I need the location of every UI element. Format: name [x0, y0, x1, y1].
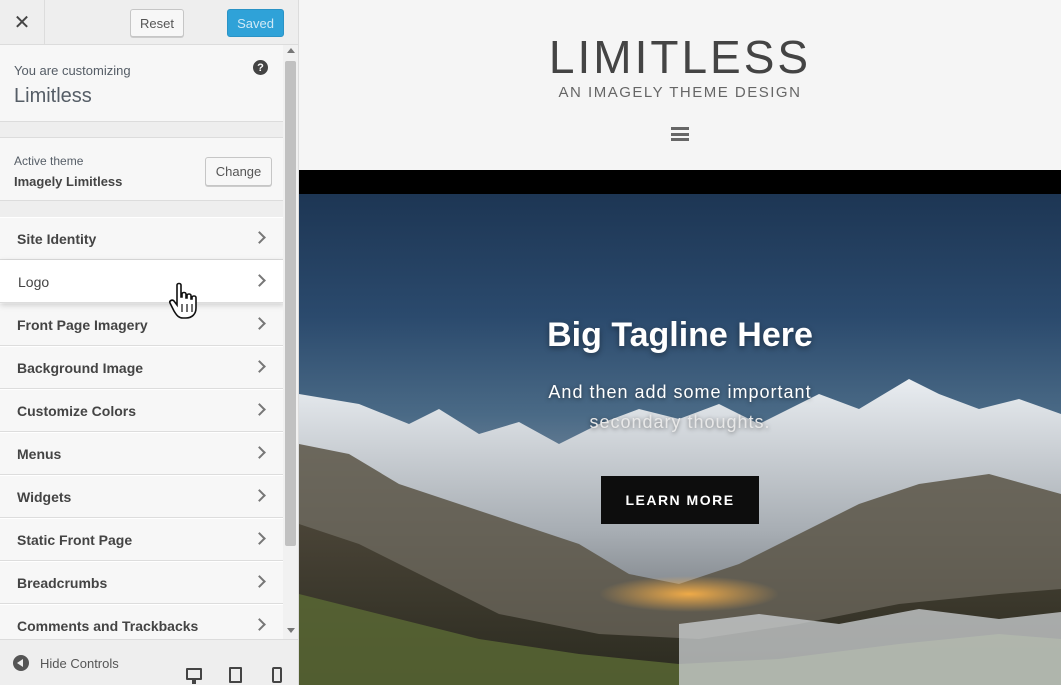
saved-button[interactable]: Saved — [227, 9, 284, 37]
hamburger-menu-icon[interactable] — [671, 127, 689, 141]
controls-scroll-area: You are customizing Limitless ? Active t… — [0, 45, 283, 639]
active-theme-label: Active theme — [14, 154, 84, 168]
site-title[interactable]: LIMITLESS — [299, 30, 1061, 84]
panel-background-image[interactable]: Background Image — [0, 346, 283, 389]
panel-widgets[interactable]: Widgets — [0, 475, 283, 518]
scroll-up-arrow-icon[interactable] — [287, 48, 295, 53]
panel-label: Background Image — [17, 360, 144, 376]
panel-label: Logo — [18, 274, 50, 290]
scroll-down-arrow-icon[interactable] — [287, 628, 295, 633]
chevron-right-icon — [253, 231, 266, 244]
chevron-right-icon — [253, 532, 266, 545]
chevron-right-icon — [253, 403, 266, 416]
panel-list: Site Identity Logo Front Page Imagery Ba… — [0, 217, 283, 639]
chevron-right-icon — [253, 274, 266, 287]
panel-label: Comments and Trackbacks — [17, 618, 199, 634]
close-icon: ✕ — [13, 12, 31, 34]
active-theme-section: Active theme Imagely Limitless Change — [0, 137, 283, 201]
active-theme-name: Imagely Limitless — [14, 174, 123, 189]
customizing-site-title: Limitless — [14, 85, 92, 107]
hero-title: Big Tagline Here — [547, 316, 813, 354]
panel-breadcrumbs[interactable]: Breadcrumbs — [0, 561, 283, 604]
mountain-landscape-image — [299, 379, 1061, 685]
hero-banner: Big Tagline Here And then add some impor… — [299, 194, 1061, 685]
change-theme-button[interactable]: Change — [205, 157, 272, 186]
panel-label: Widgets — [17, 489, 72, 505]
panel-logo[interactable]: Logo — [0, 260, 283, 303]
tablet-icon[interactable] — [229, 667, 242, 683]
help-icon[interactable]: ? — [253, 60, 268, 75]
customizing-label: You are customizing — [14, 63, 131, 78]
chevron-right-icon — [253, 489, 266, 502]
customizer-sidebar: ✕ Reset Saved You are customizing Limitl… — [0, 0, 299, 685]
learn-more-button[interactable]: LEARN MORE — [601, 476, 759, 524]
reset-button[interactable]: Reset — [130, 9, 184, 37]
hand-pointer-cursor-icon — [169, 282, 197, 319]
panel-site-identity[interactable]: Site Identity — [0, 217, 283, 260]
customizer-footer: Hide Controls — [0, 639, 298, 685]
hero-subtitle-line-1: And then add some important — [548, 382, 812, 402]
panel-label: Breadcrumbs — [17, 575, 108, 591]
panel-menus[interactable]: Menus — [0, 432, 283, 475]
close-customizer-button[interactable]: ✕ — [0, 0, 45, 45]
panel-customize-colors[interactable]: Customize Colors — [0, 389, 283, 432]
desktop-icon[interactable] — [186, 668, 202, 684]
hero-subtitle-line-2: secondary thoughts. — [589, 412, 771, 432]
panel-label: Front Page Imagery — [17, 317, 148, 333]
sidebar-scrollbar[interactable] — [283, 45, 298, 639]
site-tagline: AN IMAGELY THEME DESIGN — [558, 84, 802, 101]
panel-label: Site Identity — [17, 231, 97, 247]
collapse-arrow-icon[interactable] — [13, 655, 29, 671]
chevron-right-icon — [253, 446, 266, 459]
header-divider-bar — [299, 170, 1061, 194]
chevron-right-icon — [253, 575, 266, 588]
panel-label: Static Front Page — [17, 532, 133, 548]
hide-controls-button[interactable]: Hide Controls — [40, 656, 119, 671]
chevron-right-icon — [253, 317, 266, 330]
panel-label: Customize Colors — [17, 403, 137, 419]
customizing-info: You are customizing Limitless ? — [0, 45, 283, 122]
panel-static-front-page[interactable]: Static Front Page — [0, 518, 283, 561]
scrollbar-thumb[interactable] — [285, 61, 296, 546]
panel-comments-and-trackbacks[interactable]: Comments and Trackbacks — [0, 604, 283, 639]
chevron-right-icon — [253, 618, 266, 631]
panel-label: Menus — [17, 446, 62, 462]
site-preview[interactable]: LIMITLESS AN IMAGELY THEME DESIGN Big Ta… — [299, 0, 1061, 685]
mobile-icon[interactable] — [272, 667, 282, 683]
customizer-header: ✕ Reset Saved — [0, 0, 298, 45]
panel-front-page-imagery[interactable]: Front Page Imagery — [0, 303, 283, 346]
chevron-right-icon — [253, 360, 266, 373]
